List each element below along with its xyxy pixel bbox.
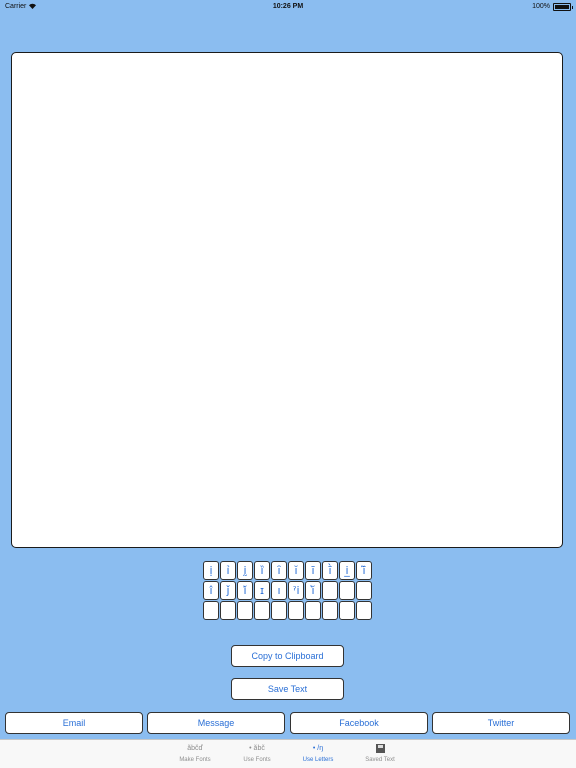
letter-key[interactable]: ı bbox=[271, 581, 287, 600]
letter-key[interactable] bbox=[237, 601, 253, 620]
twitter-button[interactable]: Twitter bbox=[432, 712, 570, 734]
letter-key[interactable]: ǐ́ bbox=[237, 581, 253, 600]
letter-key[interactable]: i̲ bbox=[339, 561, 355, 580]
letter-key[interactable] bbox=[356, 581, 372, 600]
letter-key[interactable]: ĭ bbox=[288, 561, 304, 580]
letter-key[interactable]: ī bbox=[305, 561, 321, 580]
tab-make-fonts[interactable]: ăbčď Make Fonts bbox=[165, 743, 225, 767]
facebook-button[interactable]: Facebook bbox=[290, 712, 428, 734]
letter-key[interactable] bbox=[271, 601, 287, 620]
letter-key[interactable]: ɪ bbox=[254, 581, 270, 600]
letter-key[interactable]: ī̀ bbox=[322, 561, 338, 580]
tab-use-letters[interactable]: • /ŋ Use Letters bbox=[288, 743, 348, 767]
clock: 10:26 PM bbox=[272, 3, 304, 10]
letter-key[interactable]: ˀi bbox=[288, 581, 304, 600]
letter-key[interactable]: ĭ̀ bbox=[305, 581, 321, 600]
status-bar: Carrier 10:26 PM 100% bbox=[0, 0, 576, 14]
email-button[interactable]: Email bbox=[5, 712, 143, 734]
battery-icon bbox=[553, 3, 573, 11]
tab-label: Make Fonts bbox=[179, 757, 211, 763]
use-letters-icon: • /ŋ bbox=[312, 745, 324, 752]
letter-key[interactable]: ḭ bbox=[237, 561, 253, 580]
letter-key[interactable] bbox=[322, 581, 338, 600]
letter-key[interactable] bbox=[203, 601, 219, 620]
tab-label: Use Fonts bbox=[243, 757, 271, 763]
tab-bar: ăbčď Make Fonts • ăbč Use Fonts • /ŋ Use… bbox=[0, 739, 576, 768]
save-text-button[interactable]: Save Text bbox=[231, 678, 344, 700]
letter-key[interactable]: ǰ bbox=[220, 581, 236, 600]
letter-key[interactable]: ỉ bbox=[220, 561, 236, 580]
make-fonts-icon: ăbčď bbox=[187, 745, 203, 752]
tab-label: Saved Text bbox=[365, 757, 395, 763]
letter-key[interactable] bbox=[356, 601, 372, 620]
letter-key[interactable]: ị bbox=[203, 561, 219, 580]
letter-key[interactable] bbox=[254, 601, 270, 620]
letter-key[interactable]: î bbox=[203, 581, 219, 600]
use-fonts-icon: • ăbč bbox=[249, 745, 265, 752]
letter-key[interactable] bbox=[288, 601, 304, 620]
message-button[interactable]: Message bbox=[147, 712, 285, 734]
letter-key[interactable] bbox=[339, 601, 355, 620]
floppy-disk-icon bbox=[375, 743, 385, 755]
letter-key[interactable] bbox=[305, 601, 321, 620]
battery-percent: 100% bbox=[532, 3, 550, 10]
letter-key[interactable]: ī̃ bbox=[356, 561, 372, 580]
letter-key[interactable] bbox=[339, 581, 355, 600]
copy-to-clipboard-button[interactable]: Copy to Clipboard bbox=[231, 645, 344, 667]
letter-key[interactable] bbox=[322, 601, 338, 620]
text-editor[interactable] bbox=[11, 52, 563, 548]
tab-saved-text[interactable]: Saved Text bbox=[350, 743, 410, 767]
letter-key[interactable]: ȋ bbox=[271, 561, 287, 580]
letter-keyboard: ị ỉ ḭ ȉ ȋ ĭ ī ī̀ i̲ ī̃ î ǰ ǐ́ ɪ ı ˀi ĭ̀ bbox=[203, 561, 373, 620]
tab-use-fonts[interactable]: • ăbč Use Fonts bbox=[227, 743, 287, 767]
letter-key[interactable] bbox=[220, 601, 236, 620]
tab-label: Use Letters bbox=[302, 757, 334, 763]
letter-key[interactable]: ȉ bbox=[254, 561, 270, 580]
